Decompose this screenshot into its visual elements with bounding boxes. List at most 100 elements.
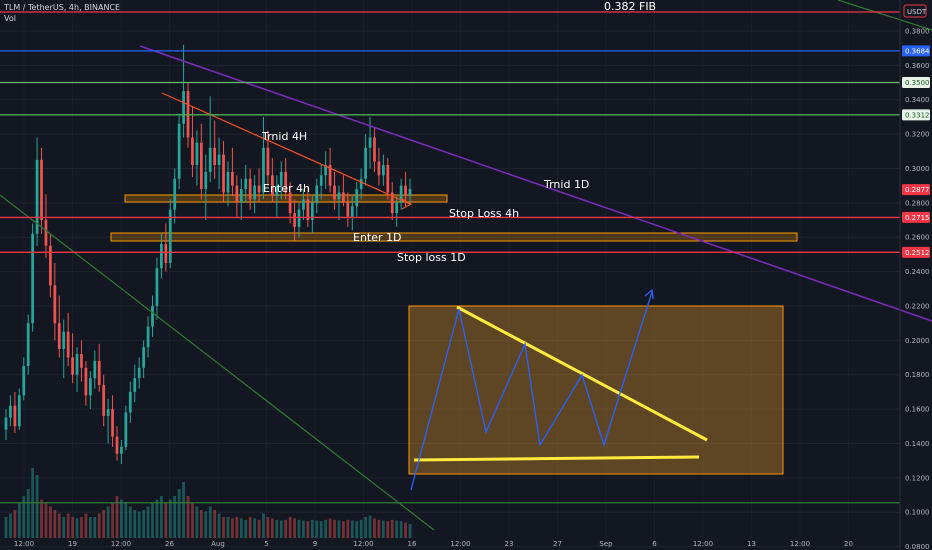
symbol-title: TLM / TetherUS, 4h, BINANCE bbox=[4, 3, 121, 12]
x-tick-label: 6 bbox=[652, 540, 657, 548]
volume-bar bbox=[328, 518, 332, 538]
candle-body bbox=[17, 395, 21, 427]
candle-body bbox=[120, 446, 123, 454]
candle-body bbox=[404, 185, 407, 196]
candle-body bbox=[88, 378, 92, 396]
x-tick-label: 16 bbox=[408, 540, 417, 548]
volume-bar bbox=[350, 520, 354, 538]
volume-bar bbox=[315, 520, 319, 538]
candle-body bbox=[128, 391, 132, 413]
volume-bar bbox=[204, 511, 208, 538]
volume-bar bbox=[239, 518, 243, 538]
volume-bar bbox=[66, 513, 70, 538]
candle-body bbox=[337, 192, 341, 200]
candle-body bbox=[315, 185, 319, 203]
candle-body bbox=[293, 213, 296, 227]
volume-bar bbox=[44, 503, 48, 538]
candle-body bbox=[177, 123, 181, 179]
candle-body bbox=[182, 91, 185, 124]
stop-loss-1d-label: Stop loss 1D bbox=[397, 251, 466, 264]
volume-bar bbox=[381, 520, 385, 538]
enter-1d-label: Enter 1D bbox=[353, 231, 402, 244]
candle-body bbox=[84, 367, 88, 396]
y-tick-label: 0.2200 bbox=[905, 302, 930, 310]
x-tick-label: 9 bbox=[313, 540, 317, 548]
candle-body bbox=[381, 165, 385, 176]
price-tag-label: 0.2877 bbox=[905, 186, 930, 194]
trend-1d-label: Trnid 1D bbox=[543, 178, 589, 191]
candle-body bbox=[4, 417, 8, 430]
volume-bar bbox=[217, 513, 221, 538]
candle-body bbox=[173, 178, 177, 210]
volume-bar bbox=[151, 503, 154, 538]
candle-body bbox=[364, 147, 367, 179]
candle-body bbox=[137, 367, 141, 379]
volume-bar bbox=[399, 521, 403, 538]
candle-body bbox=[266, 147, 270, 176]
volume-bar bbox=[191, 503, 194, 538]
volume-bar bbox=[270, 518, 274, 538]
volume-bar bbox=[120, 499, 123, 538]
candle-body bbox=[302, 199, 305, 210]
volume-bar bbox=[284, 519, 288, 538]
candle-body bbox=[142, 347, 146, 368]
price-tag-label: 0.3312 bbox=[905, 111, 930, 119]
volume-bar bbox=[53, 510, 57, 538]
volume-bar bbox=[333, 519, 336, 538]
volume-bar bbox=[124, 503, 128, 538]
volume-bar bbox=[235, 517, 239, 538]
volume-bar bbox=[253, 518, 256, 538]
volume-bar bbox=[408, 524, 412, 538]
y-tick-label: 0.3800 bbox=[905, 27, 930, 35]
candle-body bbox=[297, 209, 301, 227]
volume-bar bbox=[75, 518, 79, 538]
candle-body bbox=[124, 412, 128, 447]
y-tick-label: 0.2600 bbox=[905, 234, 930, 242]
y-tick-label: 0.2000 bbox=[905, 337, 930, 345]
volume-bar bbox=[288, 517, 292, 538]
y-tick-label: 0.2400 bbox=[905, 268, 930, 276]
candle-body bbox=[115, 436, 119, 454]
volume-bar bbox=[164, 503, 168, 538]
volume-bar bbox=[80, 517, 83, 538]
price-tag-label: 0.2512 bbox=[905, 249, 930, 257]
volume-bar bbox=[404, 522, 407, 538]
candle-body bbox=[22, 366, 26, 396]
volume-bar bbox=[346, 519, 350, 538]
volume-bar bbox=[275, 519, 279, 538]
volume-bar bbox=[57, 513, 61, 538]
candle-body bbox=[408, 189, 412, 196]
x-tick-label: 12:00 bbox=[693, 540, 713, 548]
candle-body bbox=[9, 405, 12, 418]
candle-body bbox=[213, 147, 217, 165]
candle-body bbox=[359, 178, 363, 190]
candle-body bbox=[133, 378, 137, 392]
volume-bar bbox=[293, 518, 296, 538]
y-tick-label: 0.3000 bbox=[905, 165, 930, 173]
volume-bar bbox=[128, 506, 132, 538]
candle-body bbox=[53, 285, 57, 324]
enter-4h-label: Enter 4h bbox=[263, 182, 310, 195]
candle-body bbox=[319, 175, 323, 186]
volume-bar bbox=[222, 517, 225, 538]
volume-bar bbox=[155, 499, 159, 538]
y-tick-label: 0.1000 bbox=[905, 509, 930, 517]
candle-body bbox=[164, 244, 168, 263]
price-tag-label: 0.2715 bbox=[905, 214, 930, 222]
volume-label: Vol bbox=[4, 14, 16, 23]
price-chart[interactable]: 0.382 FIB Trnid 4H Trnid 1D Enter 4h Sto… bbox=[0, 0, 932, 550]
volume-bar bbox=[262, 513, 265, 538]
volume-bar bbox=[279, 520, 283, 538]
volume-bar bbox=[377, 519, 381, 538]
candle-body bbox=[199, 142, 203, 190]
candle-body bbox=[217, 154, 221, 165]
candle-body bbox=[62, 331, 66, 349]
candle-body bbox=[191, 137, 194, 165]
y-tick-label: 0.3200 bbox=[905, 131, 930, 139]
volume-bar bbox=[9, 513, 12, 538]
candle-body bbox=[346, 202, 350, 217]
candle-body bbox=[160, 244, 163, 269]
volume-bar bbox=[71, 517, 74, 538]
candle-body bbox=[350, 206, 354, 217]
candle-body bbox=[226, 171, 230, 193]
